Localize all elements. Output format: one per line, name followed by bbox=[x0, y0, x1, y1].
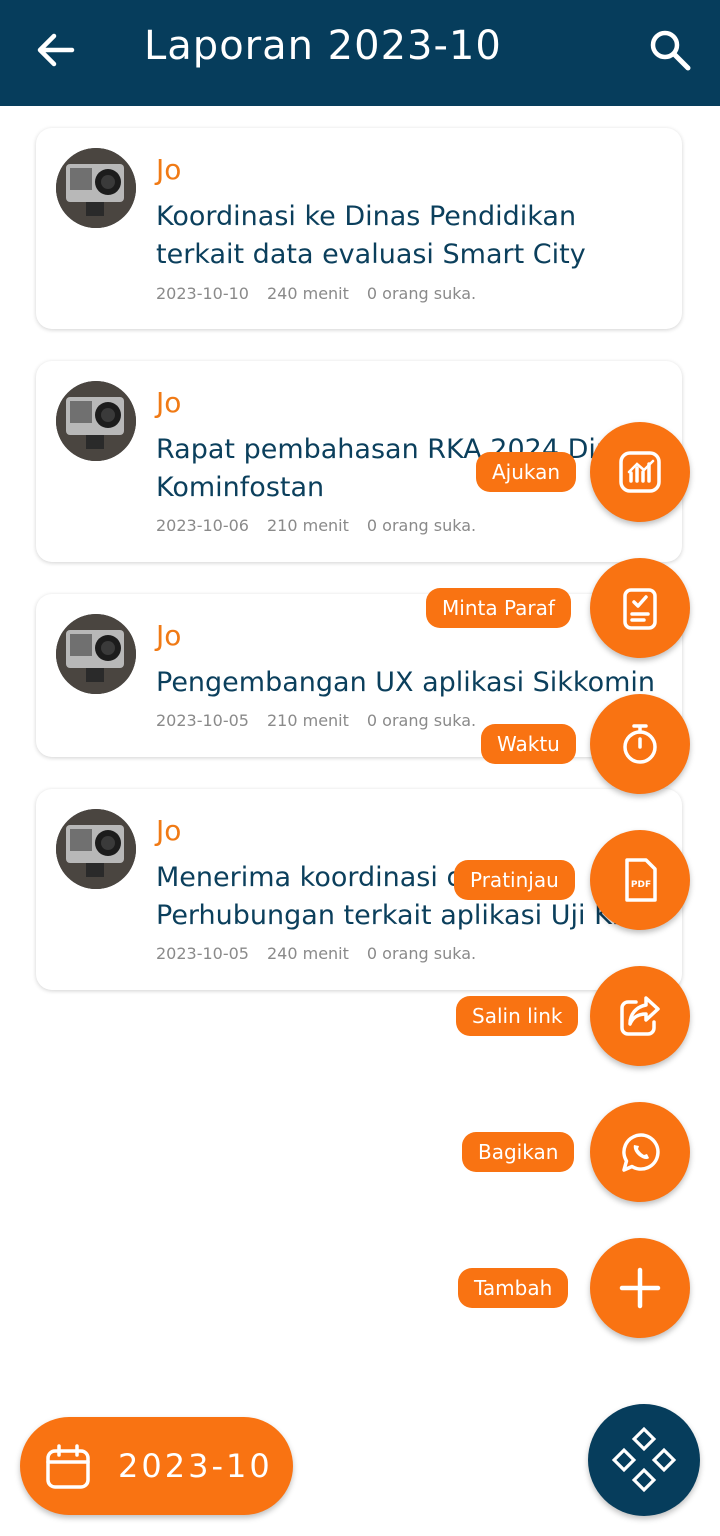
ajukan-label[interactable]: Ajukan bbox=[476, 452, 577, 492]
report-likes: 0 orang suka. bbox=[366, 944, 477, 963]
camera-avatar-image bbox=[56, 809, 136, 889]
report-date: 2023-10-05 bbox=[156, 944, 249, 963]
avatar bbox=[56, 381, 136, 461]
report-card[interactable]: Jo Menerima koordinasi d Perhubungan ter… bbox=[36, 789, 682, 990]
share-icon bbox=[620, 996, 660, 1036]
report-duration: 210 menit bbox=[266, 711, 349, 730]
report-duration: 210 menit bbox=[266, 516, 349, 535]
period-label: 2023-10 bbox=[118, 1447, 273, 1485]
tambah-label[interactable]: Tambah bbox=[458, 1268, 569, 1308]
report-card[interactable]: Jo Koordinasi ke Dinas Pendidikan terkai… bbox=[36, 128, 682, 329]
report-duration: 240 menit bbox=[266, 284, 349, 303]
report-author: Jo bbox=[156, 386, 182, 419]
app-bar: Laporan 2023-10 bbox=[0, 0, 720, 106]
salin-link-label[interactable]: Salin link bbox=[456, 996, 579, 1036]
report-author: Jo bbox=[156, 814, 182, 847]
search-button[interactable] bbox=[648, 28, 692, 72]
camera-avatar-image bbox=[56, 381, 136, 461]
report-title-line: terkait data evaluasi Smart City bbox=[156, 239, 586, 270]
report-meta: 2023-10-10 240 menit 0 orang suka. bbox=[156, 282, 494, 306]
report-likes: 0 orang suka. bbox=[366, 711, 477, 730]
salin-link-button[interactable] bbox=[590, 966, 690, 1066]
page-title: Laporan 2023-10 bbox=[144, 23, 502, 69]
plus-icon bbox=[619, 1267, 661, 1309]
minta-paraf-button[interactable] bbox=[590, 558, 690, 658]
report-date: 2023-10-06 bbox=[156, 516, 249, 535]
report-title-line: Koordinasi ke Dinas Pendidikan bbox=[156, 201, 577, 232]
pratinjau-button[interactable]: PDF bbox=[590, 830, 690, 930]
arrow-left-icon bbox=[37, 33, 75, 67]
camera-avatar-image bbox=[56, 148, 136, 228]
report-duration: 240 menit bbox=[266, 944, 349, 963]
report-card[interactable]: Jo Pengembangan UX aplikasi Sikkomin 202… bbox=[36, 594, 682, 757]
period-selector[interactable]: 2023-10 bbox=[20, 1417, 293, 1515]
bagikan-button[interactable] bbox=[590, 1102, 690, 1202]
minta-paraf-label[interactable]: Minta Paraf bbox=[426, 588, 571, 628]
report-card[interactable]: Jo Rapat pembahasan RKA 2024 Din Kominfo… bbox=[36, 361, 682, 562]
menu-diamond-icon bbox=[611, 1426, 677, 1493]
tambah-button[interactable] bbox=[590, 1238, 690, 1338]
stopwatch-icon bbox=[623, 724, 657, 764]
report-meta: 2023-10-05 210 menit 0 orang suka. bbox=[156, 709, 494, 733]
ajukan-button[interactable] bbox=[590, 422, 690, 522]
pratinjau-label[interactable]: Pratinjau bbox=[454, 860, 575, 900]
report-date: 2023-10-05 bbox=[156, 711, 249, 730]
bagikan-label[interactable]: Bagikan bbox=[462, 1132, 575, 1172]
camera-avatar-image bbox=[56, 614, 136, 694]
report-author: Jo bbox=[156, 619, 182, 652]
chart-report-icon bbox=[619, 451, 661, 493]
calendar-icon bbox=[46, 1444, 90, 1489]
avatar bbox=[56, 809, 136, 889]
report-likes: 0 orang suka. bbox=[366, 284, 477, 303]
pdf-icon: PDF bbox=[625, 858, 657, 902]
waktu-label[interactable]: Waktu bbox=[481, 724, 576, 764]
report-title: Koordinasi ke Dinas Pendidikan terkait d… bbox=[156, 198, 682, 274]
report-meta: 2023-10-05 240 menit 0 orang suka. bbox=[156, 942, 494, 966]
pdf-icon-text: PDF bbox=[631, 880, 651, 890]
report-title: Pengembangan UX aplikasi Sikkomin bbox=[156, 664, 682, 702]
report-title-line: Pengembangan UX aplikasi Sikkomin bbox=[156, 667, 656, 698]
report-likes: 0 orang suka. bbox=[366, 516, 477, 535]
avatar bbox=[56, 148, 136, 228]
report-meta: 2023-10-06 210 menit 0 orang suka. bbox=[156, 514, 494, 538]
report-author: Jo bbox=[156, 153, 182, 186]
avatar bbox=[56, 614, 136, 694]
back-button[interactable] bbox=[32, 24, 80, 76]
clipboard-check-icon bbox=[623, 588, 657, 630]
menu-button[interactable] bbox=[588, 1404, 700, 1516]
report-date: 2023-10-10 bbox=[156, 284, 249, 303]
search-icon bbox=[650, 30, 691, 71]
whatsapp-icon bbox=[622, 1133, 660, 1172]
waktu-button[interactable] bbox=[590, 694, 690, 794]
